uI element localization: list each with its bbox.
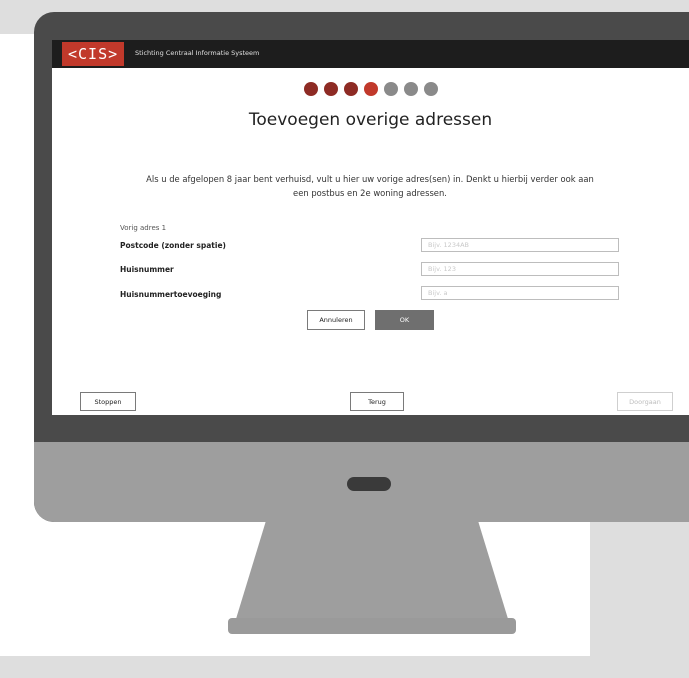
page-title: Toevoegen overige adressen (248, 110, 493, 130)
progress-step-dot (344, 82, 358, 96)
app-header: <CIS> Stichting Centraal Informatie Syst… (52, 40, 689, 68)
progress-step-dot (384, 82, 398, 96)
huisnummer-input[interactable] (421, 262, 619, 276)
toevoeging-input[interactable] (421, 286, 619, 300)
progress-step-dot (404, 82, 418, 96)
next-button[interactable]: Doorgaan (617, 392, 673, 411)
huisnummer-label: Huisnummer (120, 265, 174, 274)
background-panel-bottom (0, 656, 689, 678)
intro-text: Als u de afgelopen 8 jaar bent verhuisd,… (110, 172, 630, 200)
organization-name: Stichting Centraal Informatie Systeem (135, 49, 260, 57)
progress-step-dot (424, 82, 438, 96)
progress-step-dot (324, 82, 338, 96)
monitor-logo-slot (347, 477, 391, 491)
toevoeging-label: Huisnummertoevoeging (120, 290, 222, 299)
progress-step-dot (364, 82, 378, 96)
intro-line-2: een postbus en 2e woning adressen. (293, 188, 447, 198)
intro-line-1: Als u de afgelopen 8 jaar bent verhuisd,… (146, 174, 594, 184)
back-button[interactable]: Terug (350, 392, 404, 411)
monitor-stand-base (228, 618, 516, 634)
monitor-screen: <CIS> Stichting Centraal Informatie Syst… (52, 40, 689, 415)
monitor-stand (232, 522, 512, 632)
progress-step-dot (304, 82, 318, 96)
progress-indicator (304, 82, 438, 98)
cis-logo[interactable]: <CIS> (62, 42, 125, 66)
postcode-input[interactable] (421, 238, 619, 252)
address-section-label: Vorig adres 1 (120, 224, 167, 232)
cancel-button[interactable]: Annuleren (307, 310, 365, 330)
stop-button[interactable]: Stoppen (80, 392, 136, 411)
postcode-label: Postcode (zonder spatie) (120, 241, 226, 250)
ok-button[interactable]: OK (375, 310, 434, 330)
